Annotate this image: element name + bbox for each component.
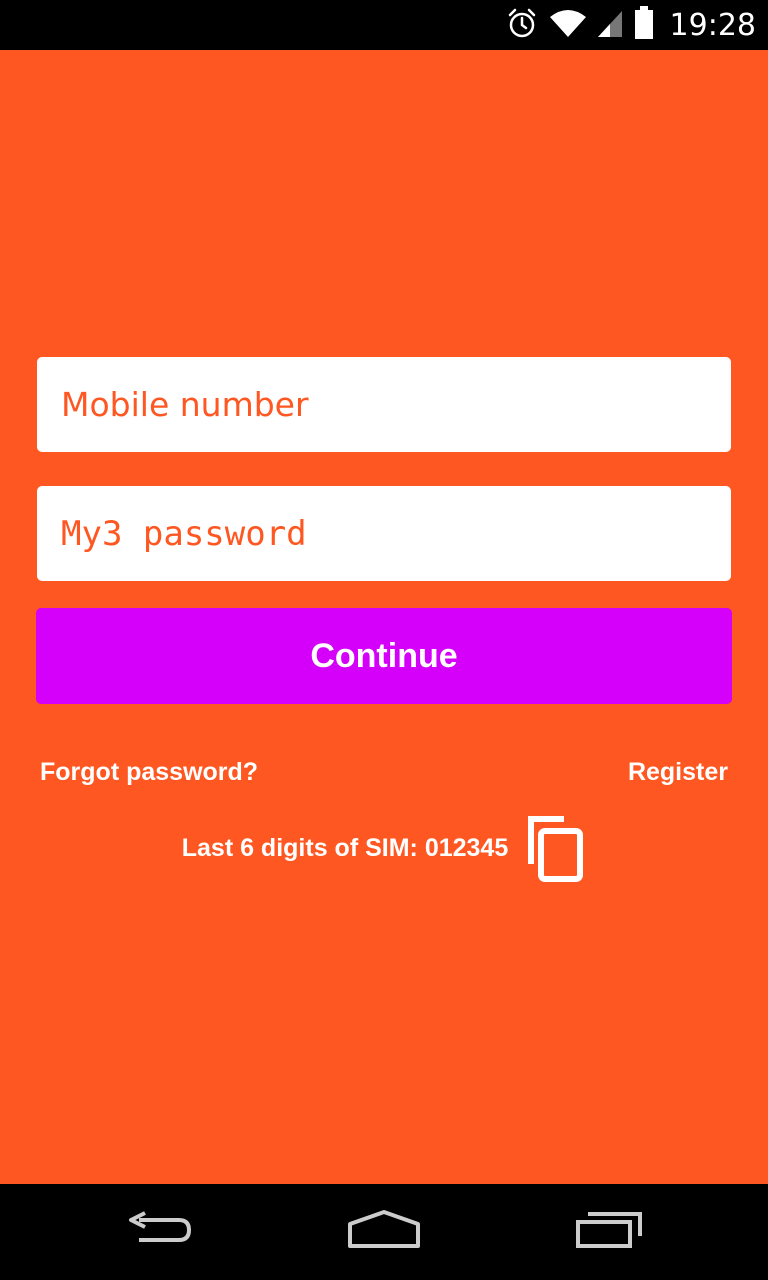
sim-value: 012345 [424, 833, 509, 862]
recents-icon [574, 1210, 644, 1255]
sim-info-row: Last 6 digits of SIM: 012345 [0, 812, 768, 884]
forgot-password-link[interactable]: Forgot password? [40, 758, 258, 787]
home-icon [346, 1209, 422, 1255]
back-button[interactable] [105, 1202, 215, 1262]
sim-info-text: Last 6 digits of SIM: 012345 [182, 834, 509, 863]
continue-button[interactable]: Continue [36, 608, 732, 704]
copy-icon[interactable] [524, 814, 586, 882]
alarm-icon [506, 7, 538, 44]
sim-label: Last 6 digits of SIM: [181, 833, 418, 862]
mobile-number-field-container [37, 357, 731, 452]
password-field-container [37, 486, 731, 581]
back-icon [125, 1210, 195, 1255]
mobile-number-input[interactable] [37, 357, 731, 452]
home-button[interactable] [329, 1202, 439, 1262]
register-link[interactable]: Register [628, 758, 728, 787]
login-screen: Continue Forgot password? Register Last … [0, 50, 768, 1184]
battery-icon [634, 5, 654, 45]
signal-icon [597, 7, 624, 44]
wifi-icon [548, 7, 588, 44]
password-input[interactable] [37, 486, 731, 581]
status-time: 19:28 [669, 7, 756, 43]
status-bar: 19:28 [0, 0, 768, 50]
status-icons: 19:28 [506, 0, 756, 50]
navigation-bar [0, 1184, 768, 1280]
recents-button[interactable] [554, 1202, 664, 1262]
